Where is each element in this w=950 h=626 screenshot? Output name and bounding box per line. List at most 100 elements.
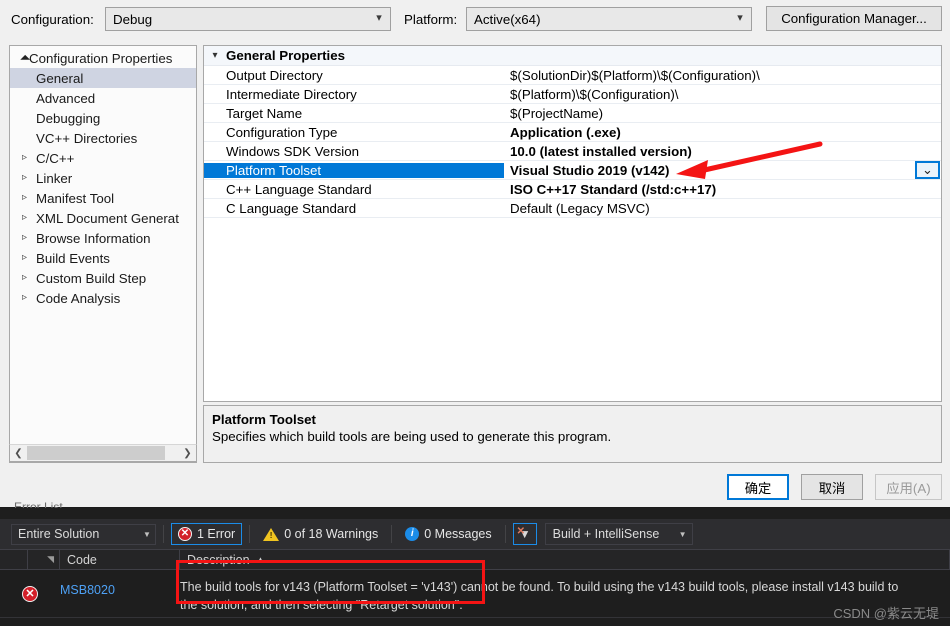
apply-button[interactable]: 应用(A): [875, 474, 942, 500]
column-header-code-label: Code: [67, 552, 97, 567]
property-grid[interactable]: ▾ General Properties Output Directory $(S…: [203, 45, 942, 402]
column-header-description[interactable]: Description ▲: [180, 549, 950, 570]
property-value[interactable]: $(SolutionDir)$(Platform)\$(Configuratio…: [504, 68, 941, 83]
error-list-row[interactable]: ✕ MSB8020 The build tools for v143 (Plat…: [0, 570, 950, 618]
property-value[interactable]: $(Platform)\$(Configuration)\: [504, 87, 941, 102]
tree-item-custom-build-step[interactable]: ▹ Custom Build Step: [10, 268, 196, 288]
scroll-right-icon[interactable]: ❯: [179, 445, 196, 461]
property-value[interactable]: ISO C++17 Standard (/std:c++17): [504, 182, 941, 197]
property-value[interactable]: $(ProjectName): [504, 106, 941, 121]
property-row[interactable]: C++ Language Standard ISO C++17 Standard …: [204, 180, 941, 199]
chevron-down-icon[interactable]: ▾: [204, 50, 226, 61]
apply-button-label: 应用(A): [886, 480, 931, 496]
chevron-down-icon: ▼: [678, 529, 687, 539]
triangle-right-icon[interactable]: ▹: [22, 268, 36, 288]
error-row-code[interactable]: MSB8020: [60, 570, 180, 597]
property-row[interactable]: Windows SDK Version 10.0 (latest installe…: [204, 142, 941, 161]
tree-item-label: Custom Build Step: [36, 270, 147, 286]
triangle-right-icon[interactable]: ▹: [22, 288, 36, 308]
build-filter-value: Build + IntelliSense: [552, 527, 660, 541]
tree-item-label: VC++ Directories: [36, 130, 138, 146]
configuration-combobox-value: Debug: [113, 11, 153, 27]
ok-button-label: 确定: [744, 480, 772, 496]
filter-clear-badge-icon: ✕: [516, 526, 526, 537]
tree-item-configuration-properties[interactable]: ◢ Configuration Properties: [10, 48, 196, 68]
toolbar-separator: [249, 525, 251, 543]
tree-item-debugging[interactable]: Debugging: [10, 108, 196, 128]
triangle-right-icon[interactable]: ▹: [22, 168, 36, 188]
tree-item-label: Code Analysis: [36, 290, 121, 306]
column-header-blank1[interactable]: [0, 549, 28, 570]
property-group-header[interactable]: ▾ General Properties: [204, 46, 941, 66]
property-value[interactable]: 10.0 (latest installed version): [504, 144, 941, 159]
warnings-filter-button[interactable]: 0 of 18 Warnings: [257, 523, 384, 545]
error-row-description-line1: The build tools for v143 (Platform Tools…: [180, 580, 899, 594]
tree-item-manifest-tool[interactable]: ▹ Manifest Tool: [10, 188, 196, 208]
scrollbar-thumb[interactable]: [27, 446, 165, 460]
platform-combobox[interactable]: Active(x64) ▾: [466, 7, 752, 31]
tree-item-label: Browse Information: [36, 230, 151, 246]
property-row[interactable]: Configuration Type Application (.exe): [204, 123, 941, 142]
chevron-down-icon: ▼: [143, 529, 151, 539]
tree-horizontal-scrollbar[interactable]: ❮ ❯: [9, 444, 197, 462]
tree-item-code-analysis[interactable]: ▹ Code Analysis: [10, 288, 196, 308]
tree-item-linker[interactable]: ▹ Linker: [10, 168, 196, 188]
property-row[interactable]: Output Directory $(SolutionDir)$(Platform…: [204, 66, 941, 85]
property-value[interactable]: Default (Legacy MSVC): [504, 201, 941, 216]
tree-item-c-c[interactable]: ▹ C/C++: [10, 148, 196, 168]
build-filter-combobox[interactable]: Build + IntelliSense ▼: [544, 523, 693, 545]
property-row[interactable]: Platform Toolset Visual Studio 2019 (v142…: [204, 161, 941, 180]
triangle-right-icon[interactable]: ▹: [22, 188, 36, 208]
tree-item-build-events[interactable]: ▹ Build Events: [10, 248, 196, 268]
property-row[interactable]: C Language Standard Default (Legacy MSVC): [204, 199, 941, 218]
configuration-manager-button-label: Configuration Manager...: [781, 11, 927, 26]
tree-item-general[interactable]: General: [10, 68, 196, 88]
scroll-left-icon[interactable]: ❮: [10, 445, 27, 461]
error-row-severity: ✕: [0, 570, 60, 618]
errors-filter-button[interactable]: ✕ 1 Error: [171, 523, 243, 545]
tree-item-label: Linker: [36, 170, 73, 186]
messages-filter-button[interactable]: i 0 Messages: [399, 523, 497, 545]
tree-item-label: Build Events: [36, 250, 110, 266]
column-header-description-label: Description: [187, 552, 250, 567]
scope-combobox-value: Entire Solution: [18, 527, 100, 541]
property-value[interactable]: Application (.exe): [504, 125, 941, 140]
property-value[interactable]: Visual Studio 2019 (v142): [504, 163, 941, 178]
cancel-button[interactable]: 取消: [801, 474, 863, 500]
property-name: Configuration Type: [226, 124, 338, 140]
property-name: Windows SDK Version: [226, 143, 360, 159]
column-header-filter-icon[interactable]: ◥: [28, 549, 60, 570]
triangle-right-icon[interactable]: ▹: [22, 148, 36, 168]
clear-filter-button[interactable]: ✕ ▼: [512, 523, 537, 545]
tree-item-label: Advanced: [36, 90, 96, 106]
triangle-right-icon[interactable]: ▹: [22, 248, 36, 268]
property-name: C Language Standard: [226, 200, 357, 216]
property-value-dropdown-button[interactable]: ⌄: [915, 161, 940, 179]
tree-item-label: XML Document Generat: [36, 210, 179, 226]
column-header-code[interactable]: Code: [60, 549, 180, 570]
property-row[interactable]: Intermediate Directory $(Platform)\$(Conf…: [204, 85, 941, 104]
tree-item-label: Configuration Properties: [29, 50, 173, 66]
ok-button[interactable]: 确定: [727, 474, 789, 500]
watermark: CSDN @紫云无堤: [833, 606, 939, 621]
scope-combobox[interactable]: Entire Solution ▼: [11, 523, 156, 545]
error-list-pane: Entire Solution ▼ ✕ 1 Error 0 of 18 Warn…: [0, 508, 950, 626]
chevron-down-icon: ▾: [737, 11, 743, 24]
triangle-right-icon[interactable]: ▹: [22, 208, 36, 228]
error-icon: ✕: [178, 527, 192, 541]
tree-item-label: General: [36, 70, 84, 86]
property-row[interactable]: Target Name $(ProjectName): [204, 104, 941, 123]
configuration-properties-tree[interactable]: ◢ Configuration Properties General Advanced…: [9, 45, 197, 463]
configuration-combobox[interactable]: Debug ▾: [105, 7, 391, 31]
tree-item-advanced[interactable]: Advanced: [10, 88, 196, 108]
triangle-right-icon[interactable]: ▹: [22, 228, 36, 248]
platform-combobox-value: Active(x64): [474, 11, 541, 27]
configuration-manager-button[interactable]: Configuration Manager...: [766, 6, 942, 31]
tree-item-xml-document-generat[interactable]: ▹ XML Document Generat: [10, 208, 196, 228]
property-name: Target Name: [226, 105, 303, 121]
tree-item-browse-information[interactable]: ▹ Browse Information: [10, 228, 196, 248]
property-pages-dialog: Configuration: Debug ▾ Platform: Active(…: [0, 0, 950, 508]
configuration-bar: Configuration: Debug ▾ Platform: Active(…: [0, 0, 950, 38]
property-name: C++ Language Standard: [226, 181, 372, 197]
tree-item-vc-directories[interactable]: VC++ Directories: [10, 128, 196, 148]
